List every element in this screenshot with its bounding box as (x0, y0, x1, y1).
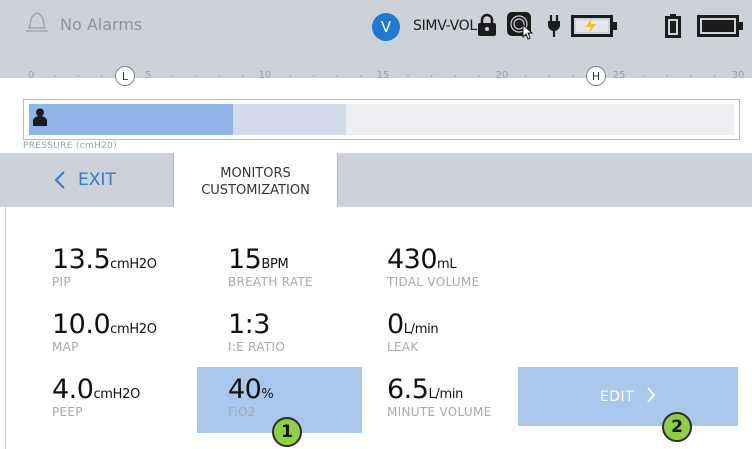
monitor-label: MAP (52, 340, 79, 354)
mode-badge: V (372, 13, 400, 41)
chevron-right-icon (646, 386, 656, 408)
power-plug-icon (546, 14, 562, 38)
scale-tick-label: 5 (144, 70, 152, 81)
pressure-bar-track (29, 104, 734, 135)
low-limit-marker[interactable]: L (115, 66, 135, 86)
monitor-value: 10.0 (52, 309, 111, 340)
monitor-unit: L/min (428, 387, 464, 402)
scale-tick-label: 30 (731, 70, 745, 81)
monitor-unit: BPM (261, 257, 289, 272)
panel-left-border (5, 207, 6, 449)
battery-full-icon (697, 14, 745, 38)
monitor-minute-volume[interactable]: 6.5L/min MINUTE VOLUME (387, 374, 492, 419)
monitor-pip[interactable]: 13.5cmH2O PIP (52, 244, 157, 289)
alarm-status[interactable]: No Alarms (26, 11, 142, 37)
monitor-unit: mL (437, 257, 457, 272)
scale-tick-label: 20 (495, 70, 509, 81)
scale-tick-label: 10 (258, 70, 272, 81)
patient-icon (33, 108, 47, 130)
edit-label: EDIT (599, 388, 635, 405)
bell-icon (26, 11, 48, 37)
monitor-label: LEAK (387, 340, 419, 354)
monitor-label: PEEP (52, 405, 83, 419)
monitor-peep[interactable]: 4.0cmH2O PEEP (52, 374, 140, 419)
monitor-tidal-volume[interactable]: 430mL TIDAL VOLUME (387, 244, 479, 289)
monitor-value: 40 (228, 374, 262, 405)
monitor-unit: cmH2O (93, 387, 141, 402)
monitor-value: 4.0 (52, 374, 94, 405)
exit-label: EXIT (78, 170, 116, 190)
monitor-unit: cmH2O (110, 322, 157, 337)
monitor-fio2[interactable]: 40% FiO2 (228, 374, 274, 419)
monitor-value: 6.5 (387, 374, 429, 405)
monitor-ie-ratio[interactable]: 1:3 I:E RATIO (228, 309, 285, 354)
alarm-text: No Alarms (60, 14, 143, 34)
tab-bar: EXIT MONITORS CUSTOMIZATION (0, 153, 752, 209)
monitor-leak[interactable]: 0L/min LEAK (387, 309, 439, 354)
status-row: No Alarms V SIMV-VOL (0, 0, 752, 45)
tab-label-line2: CUSTOMIZATION (201, 183, 310, 198)
monitor-map[interactable]: 10.0cmH2O MAP (52, 309, 157, 354)
exit-button[interactable]: EXIT (0, 153, 172, 207)
callout-badge-2: 2 (662, 412, 692, 442)
status-bar: No Alarms V SIMV-VOL (0, 0, 752, 78)
edit-button[interactable]: EDIT (518, 367, 738, 426)
pressure-bar (23, 99, 740, 140)
monitor-label: MINUTE VOLUME (387, 405, 492, 419)
monitor-breath-rate[interactable]: 15BPM BREATH RATE (228, 244, 313, 289)
monitor-unit: % (261, 387, 274, 402)
battery-vertical-icon (665, 14, 681, 38)
pressure-bar-fill (29, 104, 233, 135)
callout-badge-1: 1 (272, 417, 302, 447)
tab-monitors-customization[interactable]: MONITORS CUSTOMIZATION (173, 153, 338, 209)
chevron-left-icon (54, 170, 66, 195)
monitor-value: 1:3 (228, 309, 270, 340)
monitor-label: PIP (52, 275, 71, 289)
monitor-label: I:E RATIO (228, 340, 286, 354)
touch-lock-icon[interactable] (506, 11, 536, 41)
monitor-label: TIDAL VOLUME (387, 275, 480, 289)
scale-tick-label: 25 (612, 70, 626, 81)
high-limit-marker[interactable]: H (586, 66, 606, 86)
monitor-unit: cmH2O (110, 257, 157, 272)
monitor-value: 15 (228, 244, 262, 275)
mode-text: SIMV-VOL (413, 18, 477, 34)
battery-charging-icon (571, 14, 619, 38)
monitor-unit: L/min (403, 322, 439, 337)
pressure-unit-label: PRESSURE (cmH20) (23, 141, 117, 151)
monitor-value: 0 (387, 309, 404, 340)
lock-icon[interactable] (477, 13, 497, 37)
scale-tick-label: 0 (27, 70, 35, 81)
scale-tick-label: 15 (376, 70, 390, 81)
monitor-label: BREATH RATE (228, 275, 313, 289)
tab-label-line1: MONITORS (220, 166, 291, 181)
monitor-value: 430 (387, 244, 438, 275)
monitor-label: FiO2 (228, 405, 256, 419)
monitor-value: 13.5 (52, 244, 111, 275)
